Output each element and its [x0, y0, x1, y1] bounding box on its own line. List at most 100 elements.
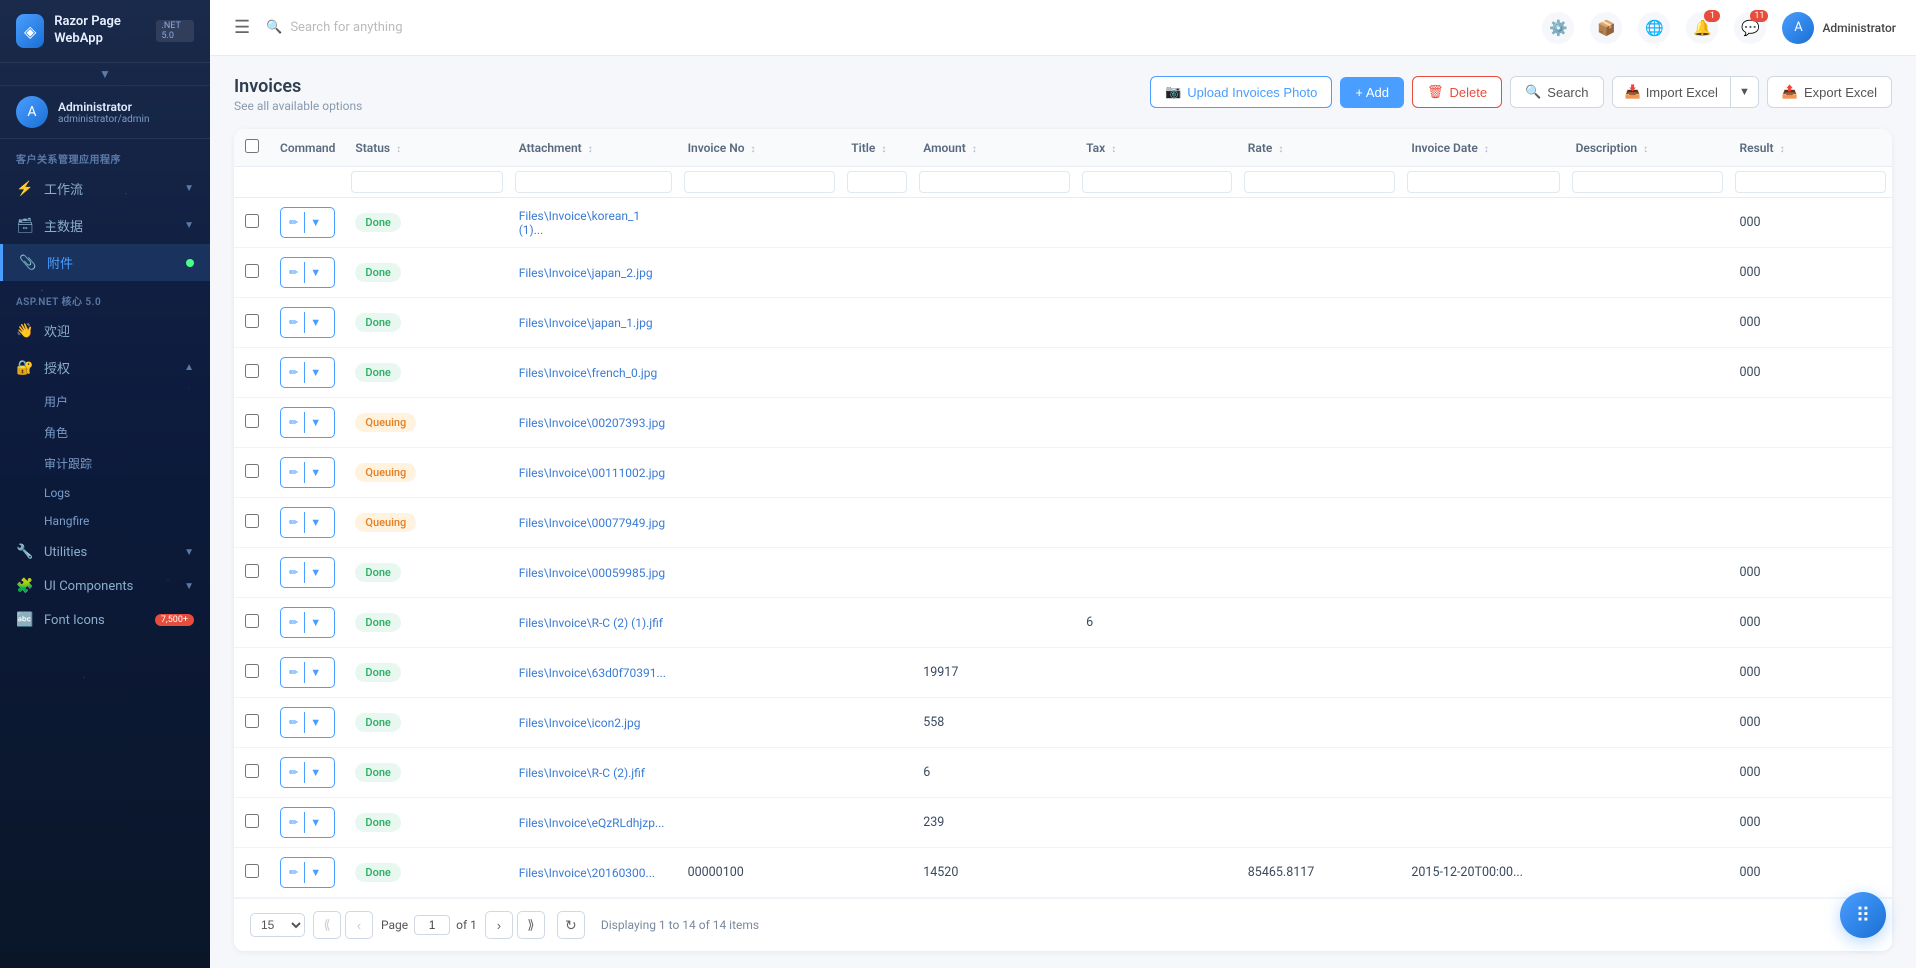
edit-button[interactable]: ✏ ▼ [280, 807, 335, 838]
filter-amount-input[interactable] [919, 171, 1070, 193]
col-invoice-no[interactable]: Invoice No ↕ [678, 129, 842, 167]
row-checkbox[interactable] [245, 464, 259, 478]
row-checkbox[interactable] [245, 514, 259, 528]
dropdown-arrow-icon[interactable]: ▼ [304, 712, 326, 733]
edit-button[interactable]: ✏ ▼ [280, 707, 335, 738]
first-page-button[interactable]: ⟪ [313, 911, 341, 939]
dropdown-arrow-icon[interactable]: ▼ [304, 612, 326, 633]
edit-button[interactable]: ✏ ▼ [280, 207, 335, 238]
page-size-select[interactable]: 15 25 50 100 [250, 913, 305, 937]
row-checkbox[interactable] [245, 214, 259, 228]
filter-attachment-input[interactable] [515, 171, 672, 193]
refresh-button[interactable]: ↻ [557, 911, 585, 939]
dropdown-arrow-icon[interactable]: ▼ [304, 462, 326, 483]
sidebar-item-users[interactable]: 用户 [0, 386, 210, 417]
sidebar-item-welcome[interactable]: 👋 欢迎 [0, 312, 210, 349]
row-checkbox[interactable] [245, 814, 259, 828]
export-excel-button[interactable]: 📤 Export Excel [1767, 76, 1892, 108]
row-checkbox[interactable] [245, 864, 259, 878]
dropdown-arrow-icon[interactable]: ▼ [304, 412, 326, 433]
sidebar-toggle[interactable]: ▼ [0, 63, 210, 86]
col-status[interactable]: Status ↕ [345, 129, 508, 167]
row-checkbox[interactable] [245, 764, 259, 778]
col-rate[interactable]: Rate ↕ [1238, 129, 1402, 167]
settings-button[interactable]: ⚙️ [1542, 12, 1574, 44]
language-button[interactable]: 🌐 [1638, 12, 1670, 44]
import-excel-button[interactable]: 📥 Import Excel [1613, 77, 1730, 107]
dropdown-arrow-icon[interactable]: ▼ [304, 562, 326, 583]
sidebar-item-utilities[interactable]: 🔧 Utilities ▼ [0, 535, 210, 569]
dropdown-arrow-icon[interactable]: ▼ [304, 212, 326, 233]
col-tax[interactable]: Tax ↕ [1076, 129, 1238, 167]
row-checkbox[interactable] [245, 614, 259, 628]
dropdown-arrow-icon[interactable]: ▼ [304, 662, 326, 683]
sidebar-item-font-icons[interactable]: 🔤 Font Icons 7,500+ [0, 603, 210, 637]
sidebar-item-master-data[interactable]: 🗃 主数据 ▼ [0, 207, 210, 244]
edit-button[interactable]: ✏ ▼ [280, 757, 335, 788]
select-all-checkbox[interactable] [245, 139, 259, 153]
col-attachment[interactable]: Attachment ↕ [509, 129, 678, 167]
col-result[interactable]: Result ↕ [1729, 129, 1892, 167]
upload-invoices-button[interactable]: 📷 Upload Invoices Photo [1150, 76, 1332, 108]
edit-button[interactable]: ✏ ▼ [280, 307, 335, 338]
sidebar-item-hangfire[interactable]: Hangfire [0, 507, 210, 535]
edit-button[interactable]: ✏ ▼ [280, 857, 335, 888]
dropdown-arrow-icon[interactable]: ▼ [304, 862, 326, 883]
last-page-button[interactable]: ⟫ [517, 911, 545, 939]
sidebar-item-auth[interactable]: 🔐 授权 ▲ [0, 349, 210, 386]
filter-title-input[interactable] [847, 171, 907, 193]
sidebar-item-roles[interactable]: 角色 [0, 417, 210, 448]
search-button[interactable]: 🔍 Search [1510, 76, 1603, 108]
menu-toggle-button[interactable]: ☰ [230, 13, 254, 42]
notifications-button[interactable]: 🔔 1 [1686, 12, 1718, 44]
filter-result-input[interactable] [1735, 171, 1886, 193]
dropdown-arrow-icon[interactable]: ▼ [304, 762, 326, 783]
fab-button[interactable]: ⠿ [1840, 892, 1886, 938]
filter-invoice-no-input[interactable] [684, 171, 836, 193]
filter-rate-input[interactable] [1244, 171, 1396, 193]
row-checkbox[interactable] [245, 414, 259, 428]
row-checkbox[interactable] [245, 314, 259, 328]
edit-button[interactable]: ✏ ▼ [280, 507, 335, 538]
dropdown-arrow-icon[interactable]: ▼ [304, 512, 326, 533]
row-checkbox[interactable] [245, 564, 259, 578]
row-checkbox[interactable] [245, 264, 259, 278]
dropdown-arrow-icon[interactable]: ▼ [304, 262, 326, 283]
edit-button[interactable]: ✏ ▼ [280, 257, 335, 288]
page-number-input[interactable] [414, 915, 450, 935]
add-button[interactable]: + Add [1340, 77, 1404, 108]
sidebar-item-logs[interactable]: Logs [0, 479, 210, 507]
dropdown-arrow-icon[interactable]: ▼ [304, 812, 326, 833]
row-checkbox[interactable] [245, 714, 259, 728]
edit-button[interactable]: ✏ ▼ [280, 657, 335, 688]
delete-button[interactable]: 🗑 Delete [1412, 76, 1502, 108]
prev-page-button[interactable]: ‹ [345, 911, 373, 939]
sidebar-item-workflow[interactable]: ⚡ 工作流 ▼ [0, 170, 210, 207]
row-checkbox[interactable] [245, 664, 259, 678]
sidebar-item-attachment[interactable]: 📎 附件 [0, 244, 210, 281]
edit-button[interactable]: ✏ ▼ [280, 607, 335, 638]
filter-tax-input[interactable] [1082, 171, 1232, 193]
filter-status-input[interactable] [351, 171, 502, 193]
edit-button[interactable]: ✏ ▼ [280, 457, 335, 488]
col-title[interactable]: Title ↕ [841, 129, 913, 167]
next-page-button[interactable]: › [485, 911, 513, 939]
dropdown-arrow-icon[interactable]: ▼ [304, 362, 326, 383]
row-checkbox[interactable] [245, 364, 259, 378]
col-amount[interactable]: Amount ↕ [913, 129, 1076, 167]
cube-button[interactable]: 📦 [1590, 12, 1622, 44]
dropdown-arrow-icon[interactable]: ▼ [304, 312, 326, 333]
edit-button[interactable]: ✏ ▼ [280, 557, 335, 588]
user-menu[interactable]: A Administrator [1782, 12, 1896, 44]
sidebar-item-ui-components[interactable]: 🧩 UI Components ▼ [0, 569, 210, 603]
import-excel-dropdown[interactable]: ▼ [1730, 77, 1758, 107]
filter-description-input[interactable] [1572, 171, 1724, 193]
filter-date-input[interactable] [1407, 171, 1559, 193]
edit-button[interactable]: ✏ ▼ [280, 357, 335, 388]
messages-button[interactable]: 💬 11 [1734, 12, 1766, 44]
edit-button[interactable]: ✏ ▼ [280, 407, 335, 438]
sidebar-item-audit[interactable]: 审计跟踪 [0, 448, 210, 479]
col-description[interactable]: Description ↕ [1566, 129, 1730, 167]
row-checkbox-cell [234, 798, 270, 848]
col-invoice-date[interactable]: Invoice Date ↕ [1401, 129, 1565, 167]
